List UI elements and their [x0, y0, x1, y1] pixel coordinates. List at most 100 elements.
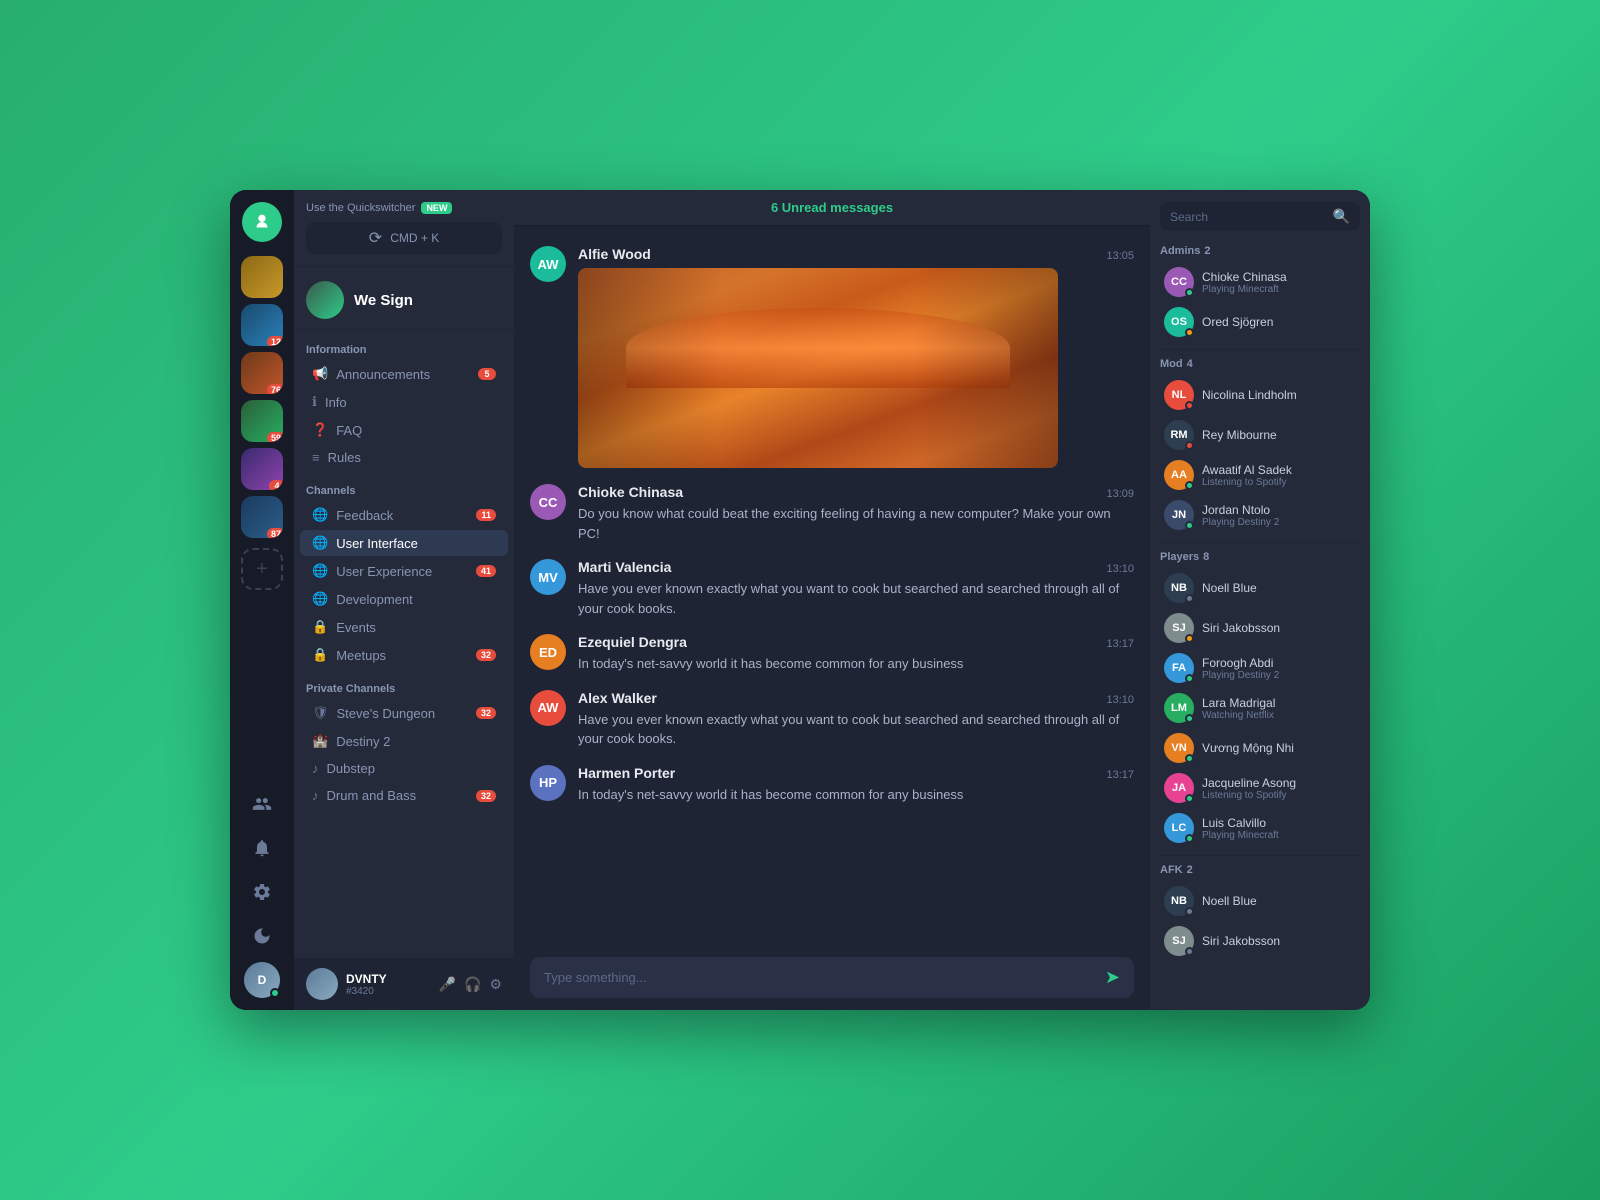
dev-icon: 🌐 — [312, 591, 328, 607]
member-luis-calvillo[interactable]: LC Luis Calvillo Playing Minecraft — [1160, 809, 1360, 847]
member-awaatif[interactable]: AA Awaatif Al Sadek Listening to Spotify — [1160, 456, 1360, 494]
server-badge-5: 4 — [269, 480, 283, 490]
message-time-1: 13:05 — [1106, 250, 1134, 262]
microphone-icon[interactable]: 🎤 — [439, 976, 456, 993]
ux-badge: 41 — [476, 565, 496, 577]
member-foroogh-abdi[interactable]: FA Foroogh Abdi Playing Destiny 2 — [1160, 649, 1360, 687]
message-text-6: In today's net-savvy world it has become… — [578, 785, 1134, 805]
member-noell-blue[interactable]: NB Noell Blue — [1160, 569, 1360, 607]
member-chioke-chinasa[interactable]: CC Chioke Chinasa Playing Minecraft — [1160, 263, 1360, 301]
member-info-luis: Luis Calvillo Playing Minecraft — [1202, 816, 1356, 841]
message-header-6: Harmen Porter 13:17 — [578, 765, 1134, 781]
message-time-5: 13:10 — [1106, 694, 1134, 706]
unread-count: 6 Unread messages — [771, 200, 893, 215]
canyon-image — [578, 268, 1058, 468]
server-item-1[interactable] — [241, 256, 283, 298]
channel-feedback[interactable]: 🌐 Feedback 11 — [300, 502, 508, 528]
member-info-vuong: Vương Mộng Nhi — [1202, 741, 1356, 755]
member-avatar-jacqueline: JA — [1164, 773, 1194, 803]
channel-user-interface[interactable]: 🌐 User Interface — [300, 530, 508, 556]
member-info-awaatif: Awaatif Al Sadek Listening to Spotify — [1202, 463, 1356, 488]
meetups-badge: 32 — [476, 649, 496, 661]
settings-footer-icon[interactable]: ⚙ — [489, 976, 502, 993]
message-content-5: Alex Walker 13:10 Have you ever known ex… — [578, 690, 1134, 749]
member-vuong-mong-nhi[interactable]: VN Vương Mộng Nhi — [1160, 729, 1360, 767]
status-dot-noell — [1185, 594, 1194, 603]
member-info-afk-noell: Noell Blue — [1202, 894, 1356, 908]
rail-bottom-icons: D — [244, 786, 280, 998]
chat-input-wrap: ➤ — [530, 957, 1134, 998]
message-text-4: In today's net-savvy world it has become… — [578, 654, 1134, 674]
channel-meetups[interactable]: 🔒 Meetups 32 — [300, 642, 508, 668]
avatar-harmen-porter: HP — [530, 765, 566, 801]
dungeon-icon: 🛡 — [312, 705, 329, 721]
channel-steves-dungeon[interactable]: 🛡 Steve's Dungeon 32 — [300, 700, 508, 726]
server-item-5[interactable]: 4 — [241, 448, 283, 490]
member-avatar-afk-siri: SJ — [1164, 926, 1194, 956]
server-badge-3: 76 — [267, 384, 283, 394]
dubstep-icon: ♪ — [312, 761, 319, 776]
member-rey-mibourne[interactable]: RM Rey Mibourne — [1160, 416, 1360, 454]
member-siri-jakobsson[interactable]: SJ Siri Jakobsson — [1160, 609, 1360, 647]
server-item-3[interactable]: 76 — [241, 352, 283, 394]
message-content-6: Harmen Porter 13:17 In today's net-savvy… — [578, 765, 1134, 805]
search-input[interactable] — [1170, 210, 1327, 224]
member-lara-madrigal[interactable]: LM Lara Madrigal Watching Netflix — [1160, 689, 1360, 727]
settings-icon[interactable] — [244, 874, 280, 910]
member-afk-siri[interactable]: SJ Siri Jakobsson — [1160, 922, 1360, 960]
quickswitcher-button[interactable]: ⟳ CMD + K — [306, 222, 502, 254]
member-jordan-ntolo[interactable]: JN Jordan Ntolo Playing Destiny 2 — [1160, 496, 1360, 534]
member-nicolina[interactable]: NL Nicolina Lindholm — [1160, 376, 1360, 414]
status-dot-ored — [1185, 328, 1194, 337]
member-afk-noell[interactable]: NB Noell Blue — [1160, 882, 1360, 920]
destiny-icon: 🏰 — [312, 733, 328, 749]
right-sidebar: 🔍 Admins 2 CC Chioke Chinasa Playing Min… — [1150, 190, 1370, 1010]
channel-development[interactable]: 🌐 Development — [300, 586, 508, 612]
channel-events[interactable]: 🔒 Events — [300, 614, 508, 640]
icon-rail: 12 76 59 4 87 + — [230, 190, 294, 1010]
footer-username: DVNTY — [346, 972, 431, 986]
messages-area[interactable]: AW Alfie Wood 13:05 CC Chioke Chinasa — [514, 226, 1150, 945]
channel-user-experience[interactable]: 🌐 User Experience 41 — [300, 558, 508, 584]
channel-drum-and-bass[interactable]: ♪ Drum and Bass 32 — [300, 783, 508, 808]
info-icon: ℹ — [312, 394, 317, 410]
server-item-4[interactable]: 59 — [241, 400, 283, 442]
server-item-6[interactable]: 87 — [241, 496, 283, 538]
app-logo[interactable] — [242, 202, 282, 242]
username-ezequiel: Ezequiel Dengra — [578, 634, 687, 650]
moon-icon[interactable] — [244, 918, 280, 954]
channel-faq[interactable]: ❓ FAQ — [300, 417, 508, 443]
status-dot-rey — [1185, 441, 1194, 450]
server-avatar — [306, 281, 344, 319]
announcements-badge: 5 — [478, 368, 496, 380]
channel-dubstep[interactable]: ♪ Dubstep — [300, 756, 508, 781]
member-ored-sjogren[interactable]: OS Ored Sjögren — [1160, 303, 1360, 341]
channel-destiny2[interactable]: 🏰 Destiny 2 — [300, 728, 508, 754]
member-avatar-jordan: JN — [1164, 500, 1194, 530]
add-server-button[interactable]: + — [241, 548, 283, 590]
message-group-2: CC Chioke Chinasa 13:09 Do you know what… — [514, 476, 1150, 551]
member-jacqueline-asong[interactable]: JA Jacqueline Asong Listening to Spotify — [1160, 769, 1360, 807]
search-icon[interactable]: 🔍 — [1333, 208, 1350, 225]
channel-announcements[interactable]: 📢 Announcements 5 — [300, 361, 508, 387]
message-text-2: Do you know what could beat the exciting… — [578, 504, 1134, 543]
divider-1 — [1160, 349, 1360, 350]
member-avatar-ored: OS — [1164, 307, 1194, 337]
channel-rules[interactable]: ≡ Rules — [300, 445, 508, 470]
chat-input[interactable] — [544, 970, 1095, 985]
member-avatar-rey: RM — [1164, 420, 1194, 450]
member-info-ored: Ored Sjögren — [1202, 315, 1356, 329]
headphones-icon[interactable]: 🎧 — [464, 976, 481, 993]
user-avatar-rail[interactable]: D — [244, 962, 280, 998]
member-info-foroogh: Foroogh Abdi Playing Destiny 2 — [1202, 656, 1356, 681]
avatar-chioke-chinasa: CC — [530, 484, 566, 520]
message-header-2: Chioke Chinasa 13:09 — [578, 484, 1134, 500]
send-button[interactable]: ➤ — [1105, 967, 1120, 988]
friends-icon[interactable] — [244, 786, 280, 822]
chat-input-area: ➤ — [514, 945, 1150, 1010]
announcements-icon: 📢 — [312, 366, 328, 382]
channel-info[interactable]: ℹ Info — [300, 389, 508, 415]
member-info-jordan: Jordan Ntolo Playing Destiny 2 — [1202, 503, 1356, 528]
server-item-2[interactable]: 12 — [241, 304, 283, 346]
notifications-icon[interactable] — [244, 830, 280, 866]
